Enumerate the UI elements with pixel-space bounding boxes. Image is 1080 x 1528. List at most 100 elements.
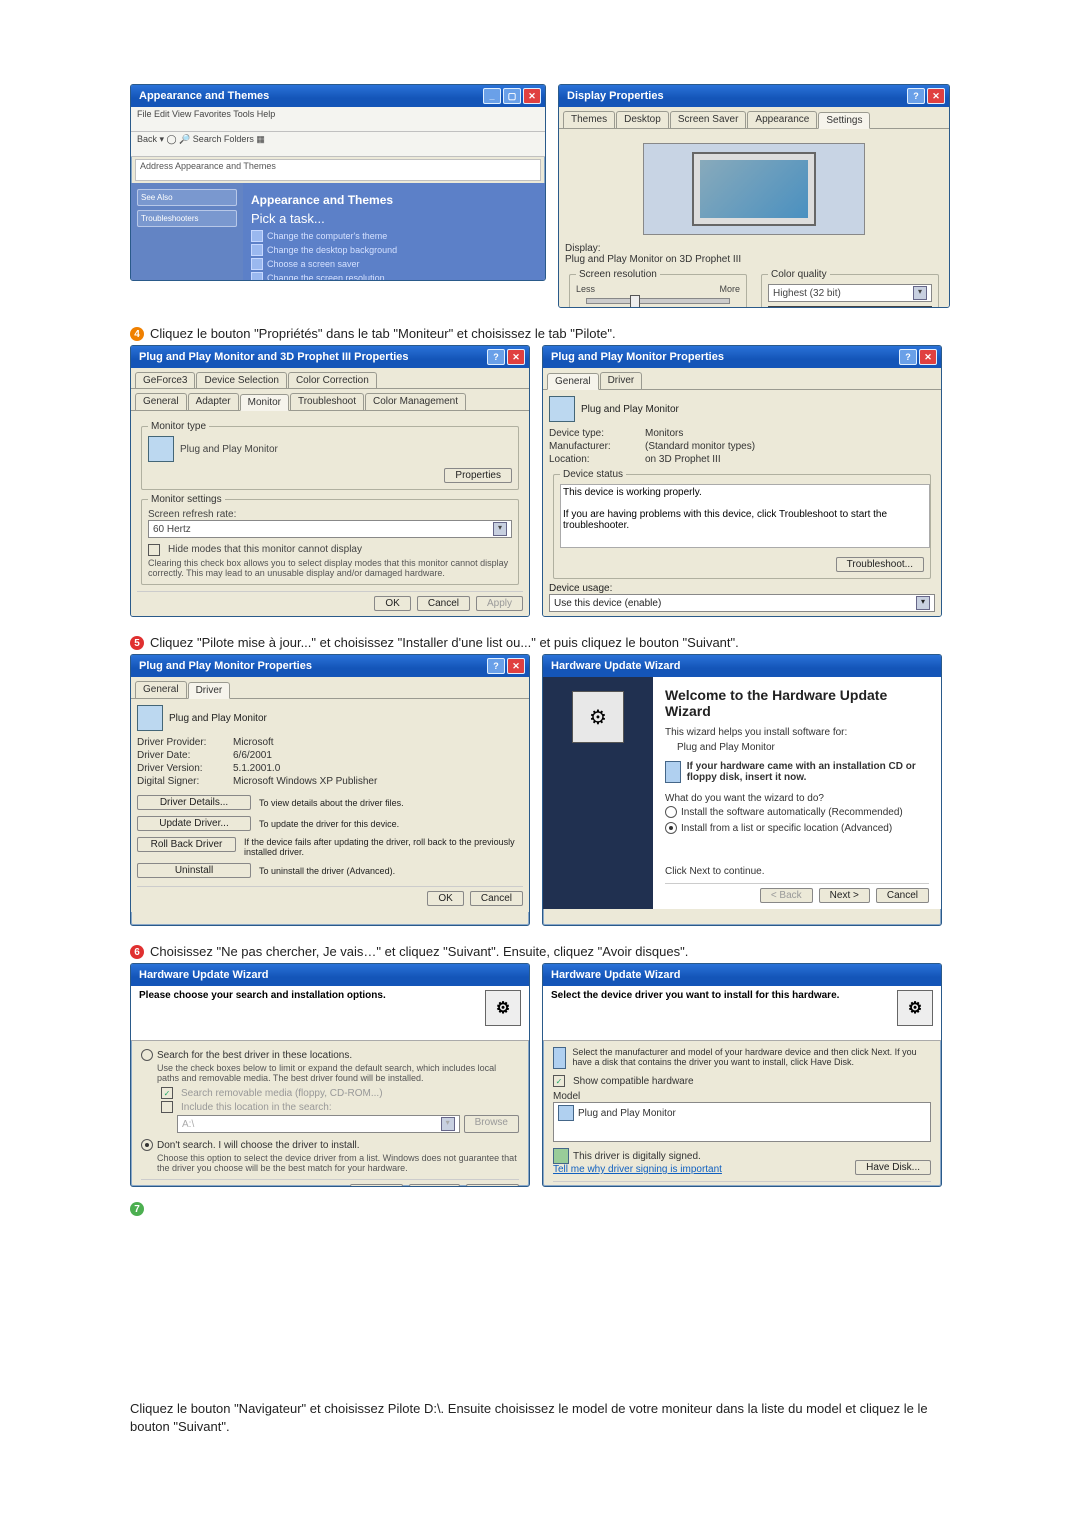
monitor-preview bbox=[643, 143, 865, 235]
help-icon[interactable]: ? bbox=[487, 349, 505, 365]
cb-include-location[interactable]: Include this location in the search: bbox=[161, 1101, 519, 1113]
monitor-icon bbox=[148, 436, 174, 462]
tab-color-correction[interactable]: Color Correction bbox=[288, 372, 377, 388]
pnp-title: Plug and Play Monitor Properties bbox=[551, 351, 724, 363]
signed-text: This driver is digitally signed. bbox=[573, 1151, 701, 1162]
ok-button[interactable]: OK bbox=[427, 891, 463, 906]
huw3-title: Hardware Update Wizard bbox=[551, 969, 681, 981]
huw3-titlebar: Hardware Update Wizard bbox=[543, 964, 941, 986]
cb-show-compatible[interactable]: Show compatible hardware bbox=[553, 1075, 931, 1087]
hide-modes-checkbox[interactable] bbox=[148, 544, 160, 556]
troubleshoot-button[interactable]: Troubleshoot... bbox=[836, 557, 924, 572]
back-button[interactable]: < Back bbox=[350, 1184, 403, 1187]
task-desktop-bg[interactable]: Change the desktop background bbox=[251, 244, 537, 256]
cp-toolbar[interactable]: Back ▾ ◯ 🔎 Search Folders ▦ bbox=[131, 132, 545, 157]
location-input[interactable]: A:\ ▾ bbox=[177, 1115, 460, 1133]
refresh-rate-select[interactable]: 60 Hertz ▾ bbox=[148, 520, 512, 538]
monitor-name: Plug and Play Monitor bbox=[180, 444, 278, 455]
tab-device-selection[interactable]: Device Selection bbox=[196, 372, 286, 388]
cancel-button[interactable]: Cancel bbox=[878, 1186, 931, 1187]
radio-auto[interactable]: Install the software automatically (Reco… bbox=[665, 806, 929, 818]
hide-modes-label: Hide modes that this monitor cannot disp… bbox=[168, 544, 362, 555]
close-icon[interactable]: ✕ bbox=[507, 658, 525, 674]
radio-dont-search[interactable]: Don't search. I will choose the driver t… bbox=[141, 1139, 519, 1151]
radio-search-best[interactable]: Search for the best driver in these loca… bbox=[141, 1049, 519, 1061]
monitor-settings-legend: Monitor settings bbox=[148, 494, 225, 505]
ok-button[interactable]: OK bbox=[374, 596, 410, 611]
close-icon[interactable]: ✕ bbox=[927, 88, 945, 104]
wizard-heading: Welcome to the Hardware Update Wizard bbox=[665, 687, 929, 719]
tab-geforce3[interactable]: GeForce3 bbox=[135, 372, 195, 388]
huw2-heading: Please choose your search and installati… bbox=[139, 990, 386, 1001]
pnp-tabs: General Driver bbox=[543, 368, 941, 390]
minimize-icon[interactable]: _ bbox=[483, 88, 501, 104]
driver-details-button[interactable]: Driver Details... bbox=[137, 795, 251, 810]
back-button[interactable]: < Back bbox=[760, 888, 813, 903]
uninstall-button[interactable]: Uninstall bbox=[137, 863, 251, 878]
tab-themes[interactable]: Themes bbox=[563, 111, 615, 128]
cp-titlebar: Appearance and Themes _ ▢ ✕ bbox=[131, 85, 545, 107]
device-usage-select[interactable]: Use this device (enable) ▾ bbox=[549, 594, 935, 612]
model-list[interactable]: Plug and Play Monitor bbox=[553, 1102, 931, 1142]
help-icon[interactable]: ? bbox=[899, 349, 917, 365]
wizard-side-art: ⚙ bbox=[543, 677, 653, 909]
task-resolution[interactable]: Change the screen resolution bbox=[251, 272, 537, 281]
update-driver-button[interactable]: Update Driver... bbox=[137, 816, 251, 831]
driver-date-value: 6/6/2001 bbox=[233, 750, 272, 761]
tab-general[interactable]: General bbox=[135, 681, 187, 698]
step-5-text: Cliquez "Pilote mise à jour..." et chois… bbox=[150, 635, 739, 650]
display-properties-window: Display Properties ? ✕ Themes Desktop Sc… bbox=[558, 84, 950, 308]
radio-icon bbox=[141, 1139, 153, 1151]
tab-driver[interactable]: Driver bbox=[600, 372, 643, 389]
cp-address-bar[interactable]: Address Appearance and Themes bbox=[135, 159, 541, 181]
radio-icon bbox=[665, 822, 677, 834]
next-button[interactable]: Next > bbox=[409, 1184, 460, 1187]
close-icon[interactable]: ✕ bbox=[919, 349, 937, 365]
roll-back-driver-button[interactable]: Roll Back Driver bbox=[137, 837, 236, 852]
tab-general[interactable]: General bbox=[135, 393, 187, 410]
display-value: Plug and Play Monitor on 3D Prophet III bbox=[565, 254, 943, 265]
help-icon[interactable]: ? bbox=[907, 88, 925, 104]
chevron-down-icon: ▾ bbox=[493, 522, 507, 536]
driver-properties-window: Plug and Play Monitor Properties ? ✕ Gen… bbox=[130, 654, 530, 926]
tab-adapter[interactable]: Adapter bbox=[188, 393, 239, 410]
tab-troubleshoot[interactable]: Troubleshoot bbox=[290, 393, 364, 410]
next-button[interactable]: Next > bbox=[819, 888, 870, 903]
cancel-button[interactable]: Cancel bbox=[417, 596, 470, 611]
tab-monitor[interactable]: Monitor bbox=[240, 394, 289, 411]
have-disk-button[interactable]: Have Disk... bbox=[855, 1160, 931, 1175]
task-screensaver[interactable]: Choose a screen saver bbox=[251, 258, 537, 270]
arrow-icon bbox=[251, 258, 263, 270]
tab-settings[interactable]: Settings bbox=[818, 112, 870, 129]
apply-button[interactable]: Apply bbox=[476, 596, 523, 611]
back-button[interactable]: < Back bbox=[762, 1186, 815, 1187]
wizard-search-options-window: Hardware Update Wizard Please choose you… bbox=[130, 963, 530, 1187]
next-button[interactable]: Next > bbox=[821, 1186, 872, 1187]
tab-desktop[interactable]: Desktop bbox=[616, 111, 669, 128]
cancel-button[interactable]: Cancel bbox=[466, 1184, 519, 1187]
cancel-button[interactable]: Cancel bbox=[876, 888, 929, 903]
tab-general[interactable]: General bbox=[547, 373, 599, 390]
info-icon bbox=[553, 1047, 566, 1069]
browse-button[interactable]: Browse bbox=[464, 1115, 519, 1133]
properties-button[interactable]: Properties bbox=[444, 468, 512, 483]
tab-driver[interactable]: Driver bbox=[188, 682, 231, 699]
radio-list[interactable]: Install from a list or specific location… bbox=[665, 822, 929, 834]
tab-color-management[interactable]: Color Management bbox=[365, 393, 466, 410]
wiz1-titlebar: Hardware Update Wizard bbox=[543, 655, 941, 677]
cancel-button[interactable]: Cancel bbox=[470, 891, 523, 906]
color-quality-select[interactable]: Highest (32 bit) ▾ bbox=[768, 284, 932, 302]
cb-removable-media[interactable]: Search removable media (floppy, CD-ROM..… bbox=[161, 1087, 519, 1099]
signing-info-link[interactable]: Tell me why driver signing is important bbox=[553, 1164, 722, 1175]
model-item[interactable]: Plug and Play Monitor bbox=[558, 1105, 926, 1121]
task-theme[interactable]: Change the computer's theme bbox=[251, 230, 537, 242]
maximize-icon[interactable]: ▢ bbox=[503, 88, 521, 104]
close-icon[interactable]: ✕ bbox=[523, 88, 541, 104]
resolution-slider[interactable] bbox=[586, 298, 730, 304]
help-icon[interactable]: ? bbox=[487, 658, 505, 674]
close-icon[interactable]: ✕ bbox=[507, 349, 525, 365]
cp-menubar[interactable]: File Edit View Favorites Tools Help bbox=[131, 107, 545, 132]
color-spectrum-bar bbox=[768, 306, 932, 308]
tab-appearance[interactable]: Appearance bbox=[747, 111, 817, 128]
tab-screen-saver[interactable]: Screen Saver bbox=[670, 111, 747, 128]
